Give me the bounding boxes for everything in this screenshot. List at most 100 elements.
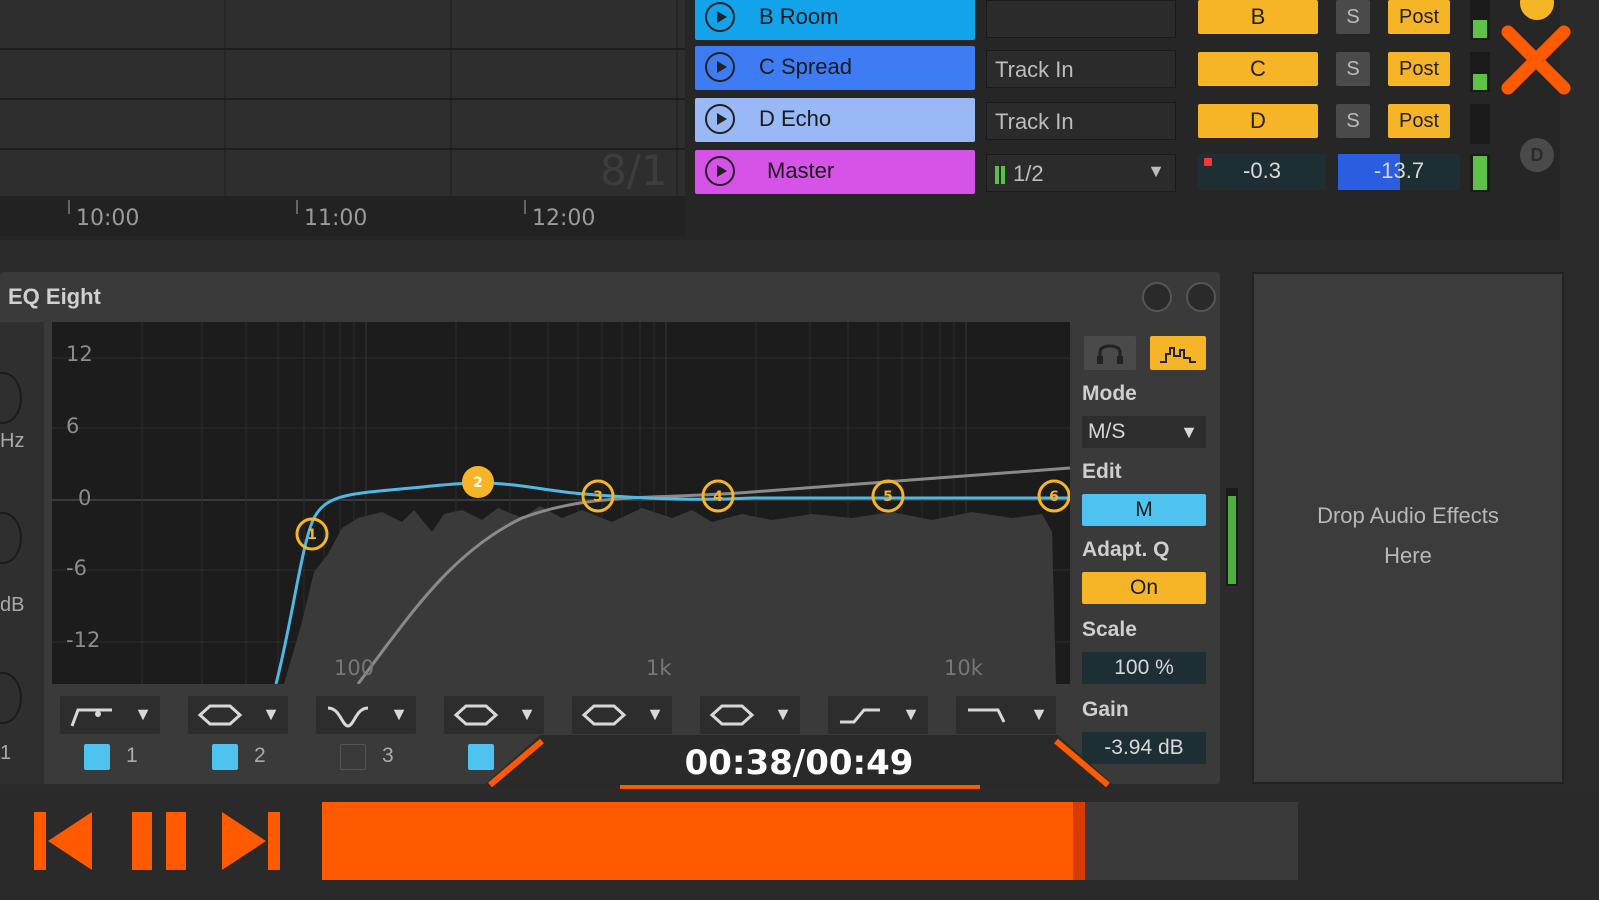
play-clip-icon[interactable] — [705, 104, 735, 134]
save-preset-icon[interactable] — [1186, 282, 1216, 312]
clip-lane-b-room[interactable] — [0, 0, 685, 50]
spectrum-toggle-icon[interactable] — [1150, 336, 1206, 370]
adaptive-q-toggle[interactable]: On — [1082, 572, 1206, 604]
clip-lane-c-spread[interactable] — [0, 50, 685, 100]
band-2-handle[interactable]: 2 — [462, 466, 494, 498]
left-device-strip: Hz dB 1 — [0, 322, 44, 784]
band-marker-label: 1 — [307, 527, 317, 543]
y-axis-label: -12 — [66, 628, 101, 652]
previous-icon[interactable] — [30, 808, 96, 874]
mode-dropdown[interactable]: M/S ▼ — [1082, 416, 1206, 448]
track-header-d-echo[interactable]: D Echo — [695, 98, 975, 142]
volume-value: -13.7 — [1373, 158, 1425, 183]
master-pan-field[interactable]: -0.3 — [1198, 154, 1326, 190]
return-send-button[interactable]: D — [1198, 104, 1318, 138]
eq-display[interactable]: 1 2 3 4 5 6 12 6 0 -6 -12 100 1k 10k — [52, 322, 1070, 684]
solo-button[interactable]: S — [1336, 104, 1370, 138]
band-5-filter-type[interactable]: ▼ — [572, 696, 672, 734]
adaptive-q-label: Adapt. Q — [1082, 538, 1170, 561]
return-send-button[interactable]: C — [1198, 52, 1318, 86]
d-toggle-button[interactable]: D — [1520, 138, 1554, 172]
return-send-button[interactable]: B — [1198, 0, 1318, 34]
knob[interactable] — [0, 512, 22, 564]
pause-icon[interactable] — [128, 808, 192, 874]
track-input-selector[interactable]: Track In — [986, 102, 1176, 140]
band-3-filter-type[interactable]: ▼ — [316, 696, 416, 734]
progress-handle[interactable] — [1073, 802, 1086, 880]
band-1-filter-type[interactable]: ▼ — [60, 696, 160, 734]
timeline-label: 10:00 — [76, 206, 140, 231]
output-value: 1/2 — [1013, 161, 1044, 186]
timeline-tick — [68, 200, 70, 214]
post-fader-button[interactable]: Post — [1388, 0, 1450, 34]
play-clip-icon[interactable] — [705, 156, 735, 186]
clip-lane-d-echo[interactable] — [0, 100, 685, 150]
band-number: 2 — [254, 744, 266, 767]
mode-value: M/S — [1088, 420, 1126, 443]
y-axis-label: 6 — [66, 414, 80, 438]
hot-swap-icon[interactable] — [1142, 282, 1172, 312]
y-axis-label: 12 — [66, 342, 93, 366]
drop-effects-zone[interactable]: Drop Audio Effects Here — [1252, 272, 1564, 784]
gain-unit-label: dB — [0, 594, 25, 616]
eq-graph[interactable]: 1 2 3 4 5 6 — [52, 322, 1070, 684]
band-label: 1 — [0, 742, 12, 764]
master-output-selector[interactable]: 1/2 ▼ — [986, 154, 1176, 192]
bell-filter-icon — [581, 704, 627, 726]
mode-label: Mode — [1082, 382, 1137, 405]
band-6-filter-type[interactable]: ▼ — [700, 696, 800, 734]
solo-button[interactable]: S — [1336, 52, 1370, 86]
level-meter — [1470, 52, 1490, 92]
next-icon[interactable] — [218, 808, 284, 874]
band-marker-label: 4 — [713, 489, 723, 505]
post-fader-button[interactable]: Post — [1388, 104, 1450, 138]
band-1-enable-checkbox[interactable] — [84, 744, 110, 770]
track-header-master[interactable]: Master — [695, 150, 975, 194]
band-8-filter-type[interactable]: ▼ — [956, 696, 1056, 734]
track-header-c-spread[interactable]: C Spread — [695, 46, 975, 90]
drop-zone-line: Here — [1384, 543, 1432, 568]
chevron-down-icon: ▼ — [902, 704, 920, 724]
solo-button[interactable]: S — [1336, 0, 1370, 34]
edit-channel-toggle[interactable]: M — [1082, 494, 1206, 526]
play-clip-icon[interactable] — [705, 52, 735, 82]
x-axis-label: 1k — [646, 656, 672, 680]
track-input-selector[interactable]: Track In — [986, 50, 1176, 88]
band-7-filter-type[interactable]: ▼ — [828, 696, 928, 734]
track-name: D Echo — [759, 106, 832, 131]
record-arm-button[interactable] — [1520, 0, 1554, 20]
timeline-ruler[interactable]: 10:00 11:00 12:00 — [0, 196, 685, 236]
track-header-b-room[interactable]: B Room — [695, 0, 975, 40]
band-6-handle[interactable]: 6 — [1037, 479, 1070, 513]
knob[interactable] — [0, 372, 22, 424]
bell-filter-icon — [709, 704, 755, 726]
progress-fill — [322, 802, 1080, 880]
band-4-filter-type[interactable]: ▼ — [444, 696, 544, 734]
master-volume-field[interactable]: -13.7 — [1338, 154, 1460, 190]
band-2-enable-checkbox[interactable] — [212, 744, 238, 770]
timeline-label: 12:00 — [532, 206, 596, 231]
audition-headphone-icon[interactable] — [1084, 336, 1136, 370]
play-clip-icon[interactable] — [705, 2, 735, 32]
arrangement-view: 8/1 10:00 11:00 12:00 B Room B S Post C … — [0, 0, 1560, 240]
band-marker-label: 2 — [473, 475, 483, 491]
x-axis-label: 10k — [944, 656, 983, 680]
post-fader-button[interactable]: Post — [1388, 52, 1450, 86]
chevron-down-icon: ▼ — [1147, 161, 1165, 181]
band-2-filter-type[interactable]: ▼ — [188, 696, 288, 734]
scale-field[interactable]: 100 % — [1082, 652, 1206, 684]
chevron-down-icon: ▼ — [262, 704, 280, 724]
clip-lane-master[interactable] — [0, 150, 685, 200]
gain-label: Gain — [1082, 698, 1129, 721]
band-marker-label: 3 — [593, 489, 603, 505]
track-input-selector[interactable] — [986, 0, 1176, 38]
progress-track[interactable] — [322, 802, 1298, 880]
drop-zone-hint: Drop Audio Effects Here — [1274, 496, 1542, 576]
edit-label: Edit — [1082, 460, 1122, 483]
knob[interactable] — [0, 672, 22, 724]
timeline-tick — [524, 200, 526, 214]
close-icon[interactable] — [1496, 20, 1576, 100]
y-axis-label: -6 — [66, 556, 87, 580]
band-3-enable-checkbox[interactable] — [340, 744, 366, 770]
device-title: EQ Eight — [8, 284, 101, 309]
